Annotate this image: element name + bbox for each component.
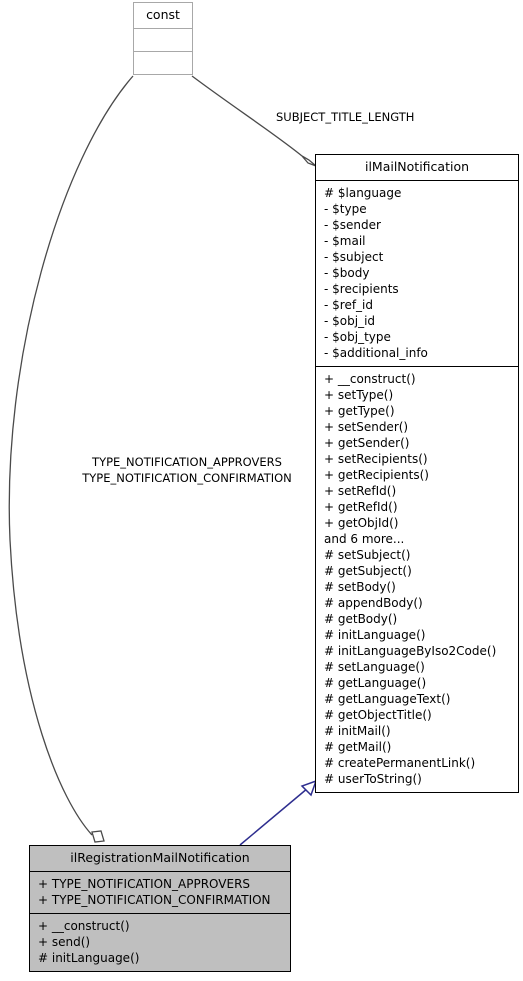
edge-inheritance-line xyxy=(239,787,309,846)
class-member: + __construct() xyxy=(324,372,416,386)
class-member: # getBody() xyxy=(324,612,398,626)
class-member: + getSender() xyxy=(324,436,410,450)
class-member: - $body xyxy=(324,266,370,280)
class-member: - $type xyxy=(324,202,367,216)
class-member: # createPermanentLink() xyxy=(324,756,476,770)
class-member: # getLanguageText() xyxy=(324,692,451,706)
class-member: # $language xyxy=(324,186,402,200)
class-member: # userToString() xyxy=(324,772,422,786)
class-node-const-methods xyxy=(134,52,192,74)
class-member: + TYPE_NOTIFICATION_CONFIRMATION xyxy=(38,893,271,907)
class-member: - $ref_id xyxy=(324,298,374,312)
class-node-ilregistrationmailnotification-methods: + __construct() + send() # initLanguage() xyxy=(30,914,290,971)
class-member: - $obj_type xyxy=(324,330,391,344)
class-node-ilmailnotification-title: ilMailNotification xyxy=(364,159,470,174)
class-member: + getType() xyxy=(324,404,395,418)
class-member: # initMail() xyxy=(324,724,391,738)
class-member: # setLanguage() xyxy=(324,660,425,674)
class-member: - $obj_id xyxy=(324,314,376,328)
inheritance-arrowhead xyxy=(300,779,318,797)
class-member: + getObjId() xyxy=(324,516,399,530)
class-member: + __construct() xyxy=(38,919,130,933)
class-node-ilmailnotification-attributes: # $language - $type - $sender - $mail - $sub… xyxy=(316,181,518,366)
class-member: # getSubject() xyxy=(324,564,412,578)
class-node-ilregistrationmailnotification[interactable]: ilRegistrationMailNotification + TYPE_NO… xyxy=(29,845,291,972)
class-node-ilregistrationmailnotification-title: ilRegistrationMailNotification xyxy=(70,850,250,865)
edge-label-type-notification-confirmation: TYPE_NOTIFICATION_CONFIRMATION xyxy=(82,471,292,485)
class-node-ilmailnotification-methods: + __construct() + setType() + getType() + s… xyxy=(316,367,518,792)
aggregation-diamond-registrationnotification xyxy=(91,830,105,843)
class-node-ilmailnotification[interactable]: ilMailNotification # $language - $type - $… xyxy=(315,154,519,793)
class-member: # getObjectTitle() xyxy=(324,708,432,722)
class-member: + getRefId() xyxy=(324,500,398,514)
edge-label-subject-title-length: SUBJECT_TITLE_LENGTH xyxy=(276,110,415,124)
class-member: - $recipients xyxy=(324,282,399,296)
class-member: # initLanguageByIso2Code() xyxy=(324,644,497,658)
class-member: - $sender xyxy=(324,218,381,232)
class-member: # getMail() xyxy=(324,740,392,754)
class-member: + send() xyxy=(38,935,91,949)
class-member: + setRecipients() xyxy=(324,452,428,466)
class-member: # getLanguage() xyxy=(324,676,427,690)
class-node-const[interactable]: const xyxy=(133,2,193,75)
class-node-ilregistrationmailnotification-attributes: + TYPE_NOTIFICATION_APPROVERS + TYPE_NOTI… xyxy=(30,872,290,913)
class-member: + setType() xyxy=(324,388,394,402)
aggregation-diamond-mailnotification xyxy=(301,155,317,167)
class-member: - $subject xyxy=(324,250,384,264)
class-node-const-title: const xyxy=(146,7,180,22)
class-member: and 6 more... xyxy=(324,532,405,546)
edge-label-type-notification-approvers: TYPE_NOTIFICATION_APPROVERS xyxy=(92,455,282,469)
class-diagram-canvas: const ilMailNotification # $language - $t… xyxy=(0,0,523,981)
class-member: # initLanguage() xyxy=(324,628,426,642)
class-member: # initLanguage() xyxy=(38,951,140,965)
class-member: + setRefId() xyxy=(324,484,397,498)
class-member: + getRecipients() xyxy=(324,468,429,482)
class-member: + TYPE_NOTIFICATION_APPROVERS xyxy=(38,877,251,891)
class-member: # setSubject() xyxy=(324,548,411,562)
class-member: - $additional_info xyxy=(324,346,428,360)
class-member: - $mail xyxy=(324,234,366,248)
class-node-const-attributes xyxy=(134,29,192,51)
class-member: # setBody() xyxy=(324,580,396,594)
class-member: + setSender() xyxy=(324,420,409,434)
class-member: # appendBody() xyxy=(324,596,423,610)
